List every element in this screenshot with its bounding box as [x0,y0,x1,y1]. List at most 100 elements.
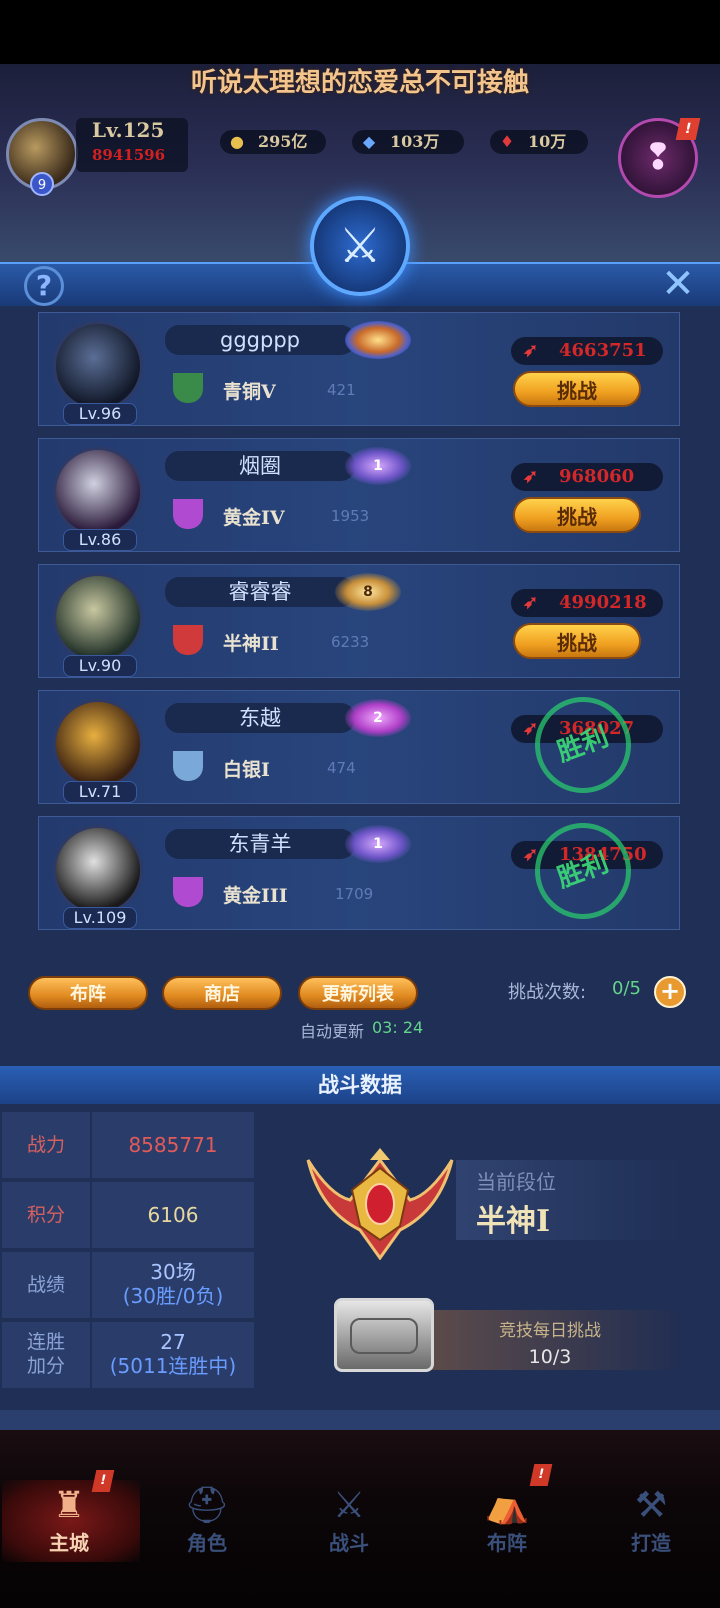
refresh-list-button[interactable]: 更新列表 [298,976,418,1010]
nav-main-city[interactable]: ♜ 主城 [24,1484,114,1564]
stat-subvalue: (30胜/0负) [122,1284,224,1308]
resource-crystal[interactable]: ♦ 10万 [490,130,588,154]
opponent-points: 1709 [335,885,374,903]
opponent-rank: 白银I [223,759,270,781]
lineup-button[interactable]: 布阵 [28,976,148,1010]
crossed-swords-icon: ⚔ [332,1485,366,1526]
title-badge-icon: 8 [335,573,401,611]
opponent-avatar[interactable] [53,699,143,789]
gold-rank-icon [169,499,209,531]
nav-label: 战斗 [329,1531,369,1555]
challenge-button[interactable]: 挑战 [513,623,641,659]
opponent-name: gggppp [165,325,355,355]
stat-label: 战绩 [2,1252,90,1318]
stat-label: 战力 [2,1112,90,1178]
stat-value: 30场 [150,1260,196,1284]
opponent-power: ➶ 4990218 [511,589,663,617]
formation-icon: ⛺ [484,1485,530,1526]
opponent-power: ➶ 4663751 [511,337,663,365]
nav-character[interactable]: ⛑ 角色 [162,1484,252,1564]
gold-coin-icon: ● [230,132,244,151]
stat-value: 8585771 [92,1112,254,1178]
opponent-card: Lv.96 gggppp 青铜V 421 ➶ 4663751 挑战 [38,312,680,426]
chest-lid [350,1318,418,1354]
challenge-button[interactable]: 挑战 [513,371,641,407]
nav-forge[interactable]: ⚒ 打造 [606,1484,696,1564]
anvil-icon: ⚒ [634,1485,668,1526]
title-badge-icon: 1 [345,825,411,863]
opponent-rank: 黄金III [223,885,288,907]
status-bar [0,0,720,64]
opponent-rank: 青铜V [223,381,276,403]
opponent-rank: 黄金IV [223,507,285,529]
resource-value: 295亿 [258,132,308,151]
opponent-points: 474 [327,759,356,777]
opponent-points: 1953 [331,507,370,525]
silver-rank-icon [169,751,209,783]
opponent-level: Lv.90 [63,655,137,677]
auto-refresh-timer: 03: 24 [372,1018,424,1037]
opponent-avatar[interactable] [53,825,143,915]
honor-badge-icon [345,321,411,359]
panel-footer [0,1410,720,1430]
nav-battle[interactable]: ⚔ 战斗 [304,1484,394,1564]
opponent-avatar[interactable] [53,447,143,537]
attempts-label: 挑战次数: [508,982,587,1003]
resource-value: 103万 [390,132,440,151]
stat-value-block: 27 (5011连胜中) [92,1322,254,1388]
feather-icon: ➶ [523,592,539,613]
help-button[interactable]: ? [24,266,64,306]
challenge-button[interactable]: 挑战 [513,497,641,533]
add-attempts-button[interactable]: + [654,976,686,1008]
opponent-card: Lv.86 烟圈 1 黄金IV 1953 ➶ 968060 挑战 [38,438,680,552]
opponent-level: Lv.96 [63,403,137,425]
helmet-icon: ⛑ [184,1485,230,1526]
gold-rank-icon [169,877,209,909]
resource-gold[interactable]: ● 295亿 [220,130,326,154]
battle-data-header: 战斗数据 [0,1066,720,1104]
daily-challenge-progress: 10/3 [528,1346,572,1368]
opponent-points: 6233 [331,633,370,651]
victory-stamp: 胜利 [521,809,645,933]
nav-label: 布阵 [487,1531,527,1555]
stat-subvalue: (5011连胜中) [109,1354,237,1378]
nav-formation[interactable]: ⛺ 布阵 [462,1484,552,1564]
nav-label: 角色 [187,1531,227,1555]
demigod-rank-icon [306,1148,454,1260]
opponent-card: Lv.90 睿睿睿 8 半神II 6233 ➶ 4990218 挑战 [38,564,680,678]
nav-label: 主城 [49,1531,89,1555]
opponent-name: 睿睿睿 [165,577,355,607]
opponent-level: Lv.109 [63,907,137,929]
opponent-name: 东越 [165,703,355,733]
diamond-icon: ◆ [362,132,376,151]
title-badge-icon: 2 [345,699,411,737]
opponent-level: Lv.86 [63,529,137,551]
opponent-name: 烟圈 [165,451,355,481]
opponent-power: ➶ 968060 [511,463,663,491]
opponent-card: Lv.71 东越 2 白银I 474 ➶ 368027 胜利 [38,683,680,807]
resource-diamond[interactable]: ◆ 103万 [352,130,464,154]
demigod-rank-icon [161,625,217,657]
bronze-rank-icon [169,373,209,405]
opponent-card: Lv.109 东青羊 1 黄金III 1709 ➶ 1384750 胜利 [38,809,680,933]
attempts-value: 0/5 [612,978,641,999]
red-crystal-icon: ♦ [499,132,515,151]
current-rank-caption: 当前段位 [476,1170,556,1194]
close-button[interactable]: ✕ [660,264,696,304]
opponent-avatar[interactable] [53,573,143,663]
stat-label: 积分 [2,1182,90,1248]
title-badge-icon: 1 [345,447,411,485]
opponent-avatar[interactable] [53,321,143,411]
nav-label: 打造 [631,1531,671,1555]
stat-label: 连胜 加分 [2,1322,90,1388]
player-power: 8941596 [92,146,166,164]
feather-icon: ➶ [523,466,539,487]
daily-challenge-caption: 竞技每日挑战 [499,1321,601,1341]
shop-button[interactable]: 商店 [162,976,282,1010]
resource-value: 10万 [528,132,567,151]
opponent-rank: 半神II [223,633,279,655]
opponent-points: 421 [327,381,356,399]
feather-icon: ➶ [523,340,539,361]
stat-value: 6106 [92,1182,254,1248]
opponent-name: 东青羊 [165,829,355,859]
